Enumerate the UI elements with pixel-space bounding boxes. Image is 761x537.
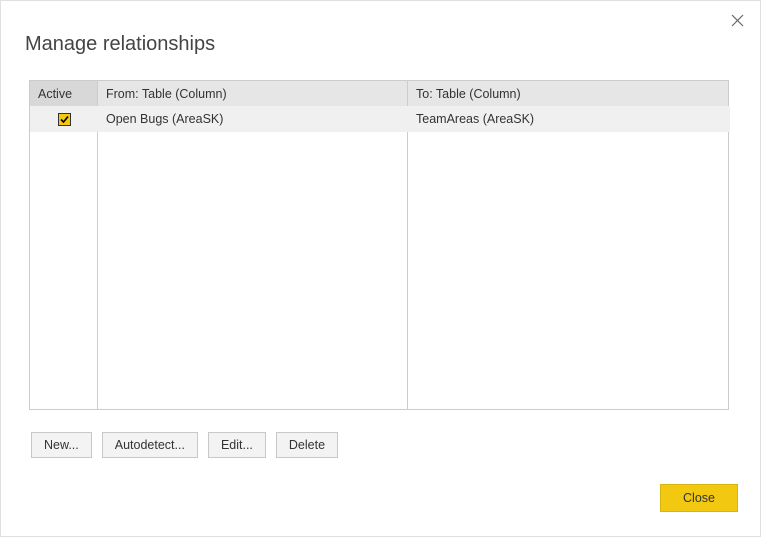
close-icon[interactable] [728,11,746,29]
edit-button[interactable]: Edit... [208,432,266,458]
table-body-bg [30,108,728,409]
table-header-row: Active From: Table (Column) To: Table (C… [30,81,728,108]
cell-from: Open Bugs (AreaSK) [98,112,408,126]
column-header-from[interactable]: From: Table (Column) [98,81,408,107]
delete-button[interactable]: Delete [276,432,338,458]
autodetect-button[interactable]: Autodetect... [102,432,198,458]
column-header-to[interactable]: To: Table (Column) [408,81,728,107]
close-button[interactable]: Close [660,484,738,512]
new-button[interactable]: New... [31,432,92,458]
active-checkbox[interactable] [58,113,71,126]
dialog-footer: Close [660,484,738,512]
table-row[interactable]: Open Bugs (AreaSK) TeamAreas (AreaSK) [30,106,730,132]
cell-to: TeamAreas (AreaSK) [408,112,730,126]
dialog-title: Manage relationships [25,33,736,56]
action-buttons-row: New... Autodetect... Edit... Delete [31,432,338,458]
manage-relationships-dialog: Manage relationships Active From: Table … [0,0,761,537]
column-header-active[interactable]: Active [30,81,98,107]
cell-active [30,113,98,126]
